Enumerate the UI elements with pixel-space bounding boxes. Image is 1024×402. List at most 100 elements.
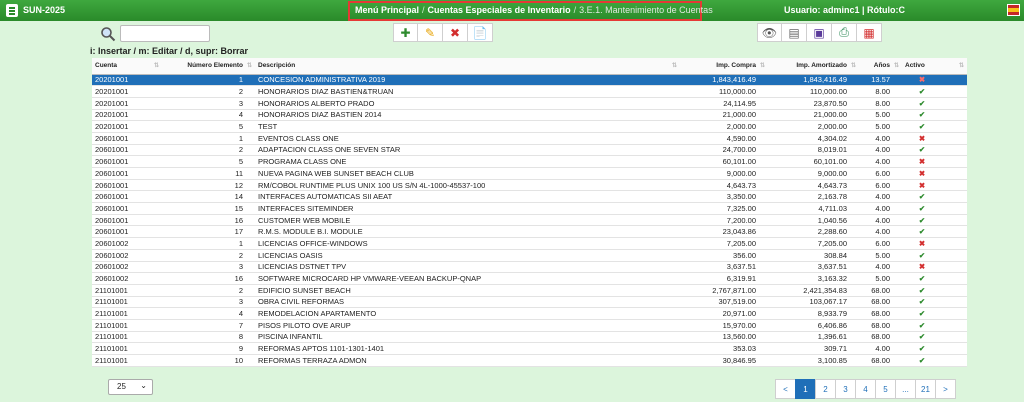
add-icon: ✚: [400, 25, 411, 40]
table-cell: 1: [162, 74, 255, 87]
breadcrumb-item-main-menu[interactable]: Menú Principal: [355, 5, 419, 15]
column-header-imp-amortizado[interactable]: Imp. Amortizado ⇅: [768, 58, 859, 75]
table-row[interactable]: 20601001 5 PROGRAMA CLASS ONE 60,101.00 60,1…: [92, 155, 967, 168]
pagination-page-21[interactable]: 21: [915, 379, 936, 399]
table-row[interactable]: 20601002 1 LICENCIAS OFFICE-WINDOWS 7,205.0…: [92, 237, 967, 250]
table-cell: 8,933.79: [768, 307, 859, 320]
pagination-page-5[interactable]: 5: [875, 379, 896, 399]
table-cell: 4: [162, 109, 255, 122]
active-status-cell: ✖: [902, 74, 967, 87]
table-cell: EVENTOS CLASS ONE: [255, 132, 680, 145]
active-status-cell: ✔: [902, 319, 967, 332]
copy-button[interactable]: ▤: [782, 23, 807, 42]
print-button[interactable]: ▣: [807, 23, 832, 42]
table-cell: 353.03: [680, 342, 768, 355]
table-row[interactable]: 20601002 16 SOFTWARE MICROCARD HP VMWARE-V…: [92, 272, 967, 285]
column-header-anos[interactable]: Años ⇅: [859, 58, 902, 75]
table-row[interactable]: 20601002 3 LICENCIAS DSTNET TPV 3,637.51 3,6…: [92, 261, 967, 274]
column-header-cuenta[interactable]: Cuenta ⇅: [92, 58, 162, 75]
delete-button[interactable]: ✖: [443, 23, 468, 42]
table-row[interactable]: 20201001 3 HONORARIOS ALBERTO PRADO 24,114.…: [92, 97, 967, 110]
table-row[interactable]: 20601001 16 CUSTOMER WEB MOBILE 7,200.00 1,0…: [92, 214, 967, 227]
table-cell: 13.57: [859, 74, 902, 87]
column-header-numero-elemento[interactable]: Número Elemento ⇅: [162, 58, 255, 75]
table-cell: 68.00: [859, 319, 902, 332]
table-cell: HONORARIOS ALBERTO PRADO: [255, 97, 680, 110]
table-cell: 5.00: [859, 272, 902, 285]
document-button[interactable]: 📄: [468, 23, 493, 42]
pagination-next-button[interactable]: >: [935, 379, 956, 399]
pagination-page-2[interactable]: 2: [815, 379, 836, 399]
table-cell: 13,560.00: [680, 331, 768, 344]
table-row[interactable]: 21101001 3 OBRA CIVIL REFORMAS 307,519.00 10…: [92, 296, 967, 309]
page-size-select[interactable]: 25 ⌄: [108, 379, 153, 395]
table-cell: 4.00: [859, 155, 902, 168]
table-row[interactable]: 20201001 5 TEST 2,000.00 2,000.00 5.00 ✔: [92, 120, 967, 133]
table-row[interactable]: 21101001 4 REMODELACION APARTAMENTO 20,971.…: [92, 307, 967, 320]
table-row[interactable]: 20201001 2 HONORARIOS DIAZ BASTIEN&TRUAN 11…: [92, 85, 967, 98]
chevron-down-icon: ⌄: [140, 381, 147, 390]
table-row[interactable]: 21101001 8 PISCINA INFANTIL 13,560.00 1,396.…: [92, 331, 967, 344]
table-row[interactable]: 20601001 17 R.M.S. MODULE B.I. MODULE 23,04…: [92, 225, 967, 239]
active-status-cell: ✖: [902, 237, 967, 250]
table-row[interactable]: 21101001 7 PISOS PILOTO OVE ARUP 15,970.00 6…: [92, 319, 967, 332]
table-cell: 6,406.86: [768, 319, 859, 332]
table-cell: CONCESION ADMINISTRATIVA 2019: [255, 74, 680, 87]
check-icon: ✔: [918, 145, 926, 155]
pagination-page-3[interactable]: 3: [835, 379, 856, 399]
table-cell: 1,396.61: [768, 331, 859, 344]
table-cell: INTERFACES SITEMINDER: [255, 202, 680, 215]
table-row[interactable]: 20601001 15 INTERFACES SITEMINDER 7,325.00 4…: [92, 202, 967, 215]
column-header-activo[interactable]: Activo ⇅: [902, 58, 967, 75]
copy-icon: ▤: [788, 25, 800, 40]
table-cell: 16: [162, 214, 255, 227]
table-cell: 20601001: [92, 144, 162, 157]
table-row[interactable]: 20201001 4 HONORARIOS DIAZ BASTIEN 2014 21,…: [92, 109, 967, 122]
printer-button[interactable]: ⎙: [832, 23, 857, 42]
add-button[interactable]: ✚: [393, 23, 418, 42]
pagination-ellipsis[interactable]: ...: [895, 379, 916, 399]
table-row[interactable]: 20601001 1 EVENTOS CLASS ONE 4,590.00 4,304.…: [92, 132, 967, 145]
search-icon[interactable]: [100, 26, 116, 42]
pagination-prev-button[interactable]: <: [775, 379, 796, 399]
check-icon: ✔: [918, 215, 926, 225]
table-row[interactable]: 20601001 2 ADAPTACION CLASS ONE SEVEN STAR…: [92, 144, 967, 157]
column-header-imp-compra[interactable]: Imp. Compra ⇅: [680, 58, 768, 75]
table-cell: 2: [162, 85, 255, 98]
pagination-page-1[interactable]: 1: [795, 379, 816, 399]
table-row[interactable]: 20201001 1 CONCESION ADMINISTRATIVA 2019 1,…: [92, 74, 967, 87]
pagination-page-4[interactable]: 4: [855, 379, 876, 399]
table-cell: 21101001: [92, 354, 162, 367]
table-header-row: Cuenta ⇅ Número Elemento ⇅ Descripción ⇅ Im…: [92, 58, 967, 75]
table-row[interactable]: 21101001 9 REFORMAS APTOS 1101-1301-1401 35…: [92, 342, 967, 355]
table-row[interactable]: 20601001 14 INTERFACES AUTOMATICAS SII AEA…: [92, 190, 967, 204]
table-row[interactable]: 20601001 12 RM/COBOL RUNTIME PLUS UNIX 100…: [92, 179, 967, 192]
table-cell: 3,350.00: [680, 190, 768, 204]
table-cell: 21101001: [92, 284, 162, 297]
table-row[interactable]: 20601002 2 LICENCIAS OASIS 356.00 308.84 5.00…: [92, 249, 967, 262]
table-cell: 21101001: [92, 331, 162, 344]
table-cell: 4,643.73: [680, 179, 768, 192]
active-status-cell: ✔: [902, 144, 967, 157]
table-cell: 20601002: [92, 261, 162, 274]
breadcrumb-item-special-accounts[interactable]: Cuentas Especiales de Inventario: [428, 5, 571, 15]
table-row[interactable]: 20601001 11 NUEVA PAGINA WEB SUNSET BEACH …: [92, 167, 967, 180]
language-flag-icon[interactable]: [1007, 4, 1020, 16]
view-button[interactable]: 👁: [757, 23, 782, 42]
table-row[interactable]: 21101001 10 REFORMAS TERRAZA ADMON 30,846.9…: [92, 354, 967, 367]
menu-icon[interactable]: [6, 4, 18, 17]
edit-button[interactable]: ✎: [418, 23, 443, 42]
table-cell: 8,019.01: [768, 144, 859, 157]
active-status-cell: ✔: [902, 284, 967, 297]
table-cell: 12: [162, 179, 255, 192]
pdf-button[interactable]: ▦: [857, 23, 882, 42]
table-cell: 1: [162, 237, 255, 250]
cross-icon: ✖: [918, 262, 926, 272]
table-cell: R.M.S. MODULE B.I. MODULE: [255, 225, 680, 239]
search-input[interactable]: [120, 25, 210, 42]
table-cell: ADAPTACION CLASS ONE SEVEN STAR: [255, 144, 680, 157]
table-row[interactable]: 21101001 2 EDIFICIO SUNSET BEACH 2,767,871.…: [92, 284, 967, 297]
table-cell: 4.00: [859, 261, 902, 274]
table-cell: REFORMAS APTOS 1101-1301-1401: [255, 342, 680, 355]
column-header-descripcion[interactable]: Descripción ⇅: [255, 58, 680, 75]
